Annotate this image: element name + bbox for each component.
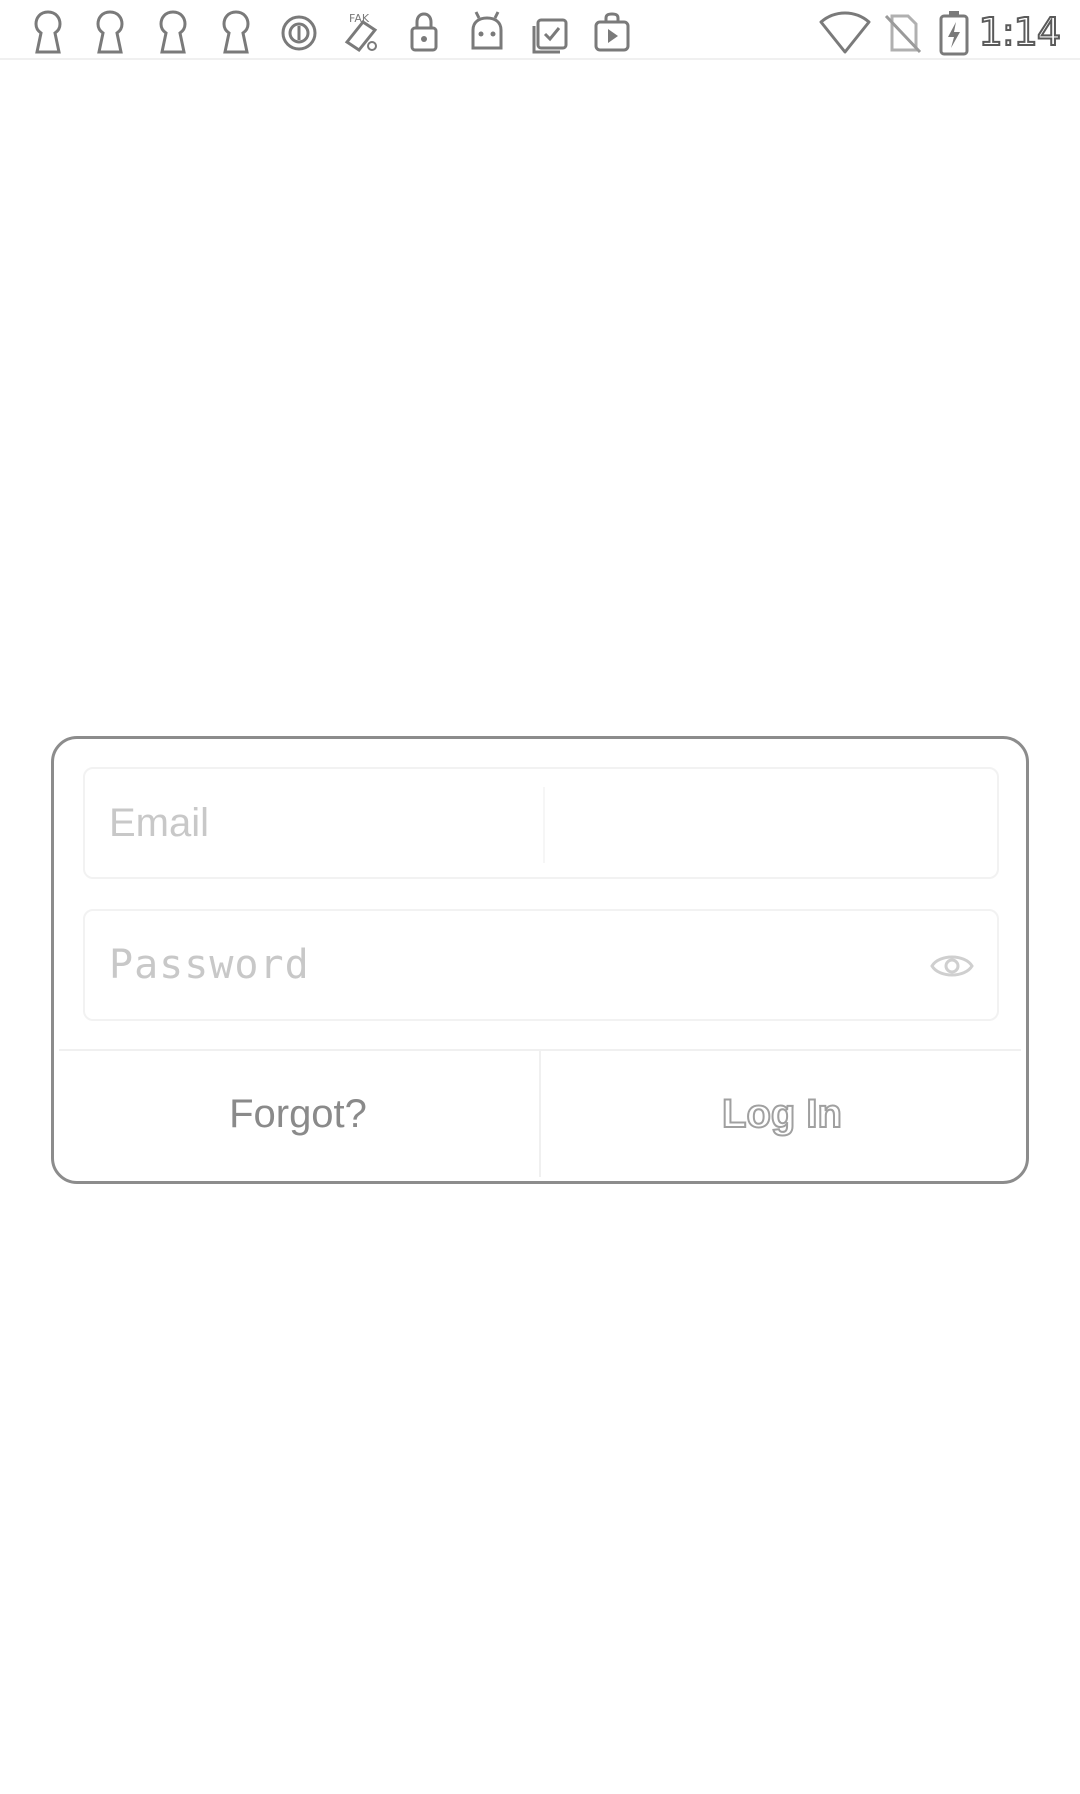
field-divider: [543, 787, 545, 863]
login-button[interactable]: Log In: [542, 1051, 1022, 1177]
actions-separator: [539, 1051, 541, 1177]
battery-charging-icon: [934, 8, 974, 56]
status-bar: FAK 1:14: [0, 0, 1080, 60]
task-check-icon: [528, 8, 572, 56]
forgot-button[interactable]: Forgot?: [58, 1051, 538, 1177]
keyhole-icon: [151, 8, 195, 56]
lock-icon: [402, 8, 446, 56]
svg-text:FAK: FAK: [349, 12, 370, 25]
no-sim-icon: [880, 8, 924, 56]
play-store-icon: [590, 8, 634, 56]
password-input[interactable]: [109, 911, 889, 1019]
login-card: Forgot? Log In: [51, 736, 1029, 1184]
fake-gps-icon: FAK: [339, 8, 383, 56]
keyhole-icon: [214, 8, 258, 56]
data-saver-icon: [277, 8, 321, 56]
keyhole-icon: [88, 8, 132, 56]
keyhole-icon: [26, 8, 70, 56]
status-time: 1:14: [978, 9, 1062, 55]
android-icon: [465, 8, 509, 56]
email-input[interactable]: [109, 769, 889, 877]
password-field[interactable]: [83, 909, 999, 1021]
email-field[interactable]: [83, 767, 999, 879]
eye-icon[interactable]: [929, 945, 975, 987]
wifi-icon: [818, 8, 872, 56]
